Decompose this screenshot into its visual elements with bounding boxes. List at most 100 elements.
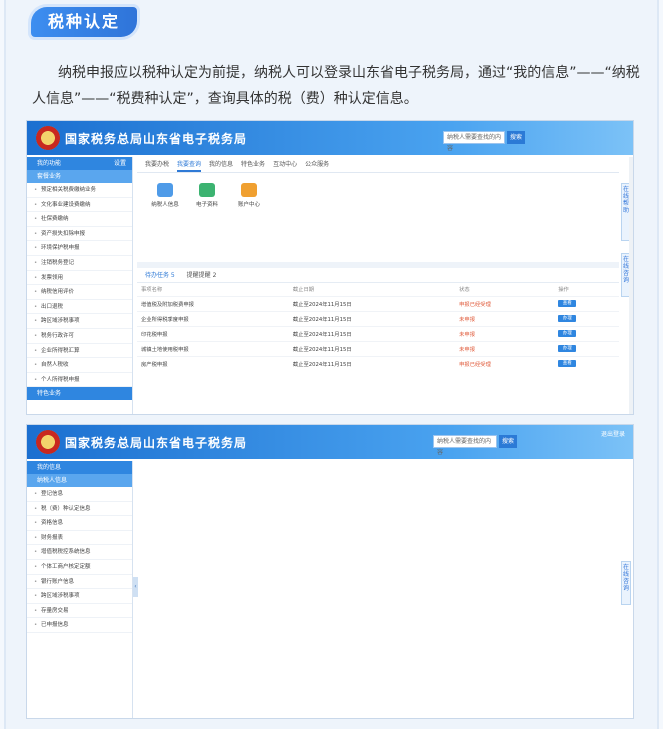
todo-table: 事项名称 截止日期 状态 操作 增值税及附加税费申报 截止至2024年11月15…	[137, 283, 619, 371]
task-status: 未申报	[455, 325, 555, 341]
search-input[interactable]: 纳税人需要查找的内容	[433, 435, 497, 456]
sidebar-item[interactable]: 个体工商户核定定额	[27, 560, 132, 575]
sidebar-item[interactable]: 登记信息	[27, 487, 132, 502]
quick-tiles: 纳税人信息 电子资料 账户中心	[137, 173, 619, 208]
sidebar-item[interactable]: 注销税务登记	[27, 256, 132, 271]
logout-link[interactable]: 退出登录	[601, 429, 625, 438]
sidebar-item[interactable]: 跨区域涉税事项	[27, 589, 132, 604]
tab[interactable]: 公众服务	[305, 157, 329, 172]
sidebar: 我的功能 设置 套餐业务 预定相关税费缴纳业务 文化事业建设费缴纳 社保费缴纳 …	[27, 157, 133, 414]
column-header: 操作	[558, 287, 569, 294]
task-status: 未申报	[455, 310, 555, 326]
tile-taxpayer-info[interactable]: 纳税人信息	[151, 183, 179, 208]
section-tag: 税种认定	[31, 7, 137, 37]
tab[interactable]: 特色业务	[241, 157, 265, 172]
tab-active[interactable]: 我要查询	[177, 157, 202, 172]
sidebar-item[interactable]: 财务报表	[27, 531, 132, 546]
portal-screenshot-home: 国家税务总局山东省电子税务局 纳税人需要查找的内容 搜索 我的功能 设置 套餐业…	[26, 120, 634, 415]
sidebar-group[interactable]: 套餐业务	[27, 170, 132, 183]
task-action-button[interactable]: 办理	[558, 315, 577, 322]
sidebar-group[interactable]: 纳税人信息	[27, 474, 132, 487]
sidebar-footer[interactable]: 特色业务	[27, 387, 132, 401]
portal-title: 国家税务总局山东省电子税务局	[65, 132, 248, 146]
sidebar-item[interactable]: 环境保护税申报	[27, 241, 132, 256]
sidebar-item[interactable]: 跨区域涉税事项	[27, 314, 132, 329]
tab[interactable]: 我要办税	[145, 157, 169, 172]
scrollbar[interactable]	[629, 157, 633, 414]
column-header: 事项名称	[141, 287, 163, 294]
sidebar-item[interactable]: 自然人税收	[27, 358, 132, 373]
tile-label: 电子资料	[195, 202, 218, 208]
tile-label: 账户中心	[237, 202, 260, 208]
sidebar-head-label: 我的功能	[37, 160, 62, 167]
card-tab-reminder[interactable]: 提醒提醒 2	[187, 272, 217, 279]
task-date: 截止至2024年11月15日	[288, 310, 456, 326]
task-name: 房产税申报	[137, 355, 289, 371]
tab[interactable]: 我的信息	[209, 157, 233, 172]
search-button[interactable]: 搜索	[507, 131, 525, 144]
table-row: 印花税申报 截止至2024年11月15日 未申报 办理	[137, 325, 619, 341]
sidebar-collapse-handle[interactable]: ‹	[133, 577, 138, 597]
sidebar-item[interactable]: 企业所得税汇算	[27, 344, 132, 359]
search-button[interactable]: 搜索	[499, 435, 517, 448]
intro-paragraph: 纳税申报应以税种认定为前提，纳税人可以登录山东省电子税务局，通过“我的信息”——…	[32, 65, 640, 107]
sidebar-item[interactable]: 资格信息	[27, 516, 132, 531]
task-status: 申报已经受理	[455, 295, 555, 311]
task-name: 印花税申报	[137, 325, 289, 341]
portal-banner: 国家税务总局山东省电子税务局 纳税人需要查找的内容 搜索	[27, 121, 633, 155]
tile-label: 纳税人信息	[151, 202, 179, 208]
column-header: 状态	[459, 287, 470, 294]
tab[interactable]: 互动中心	[273, 157, 297, 172]
taxpayer-info-icon	[157, 183, 173, 197]
task-status: 未申报	[455, 340, 555, 356]
task-date: 截止至2024年11月15日	[288, 295, 456, 311]
sidebar-item[interactable]: 个人所得税申报	[27, 373, 132, 388]
sidebar-item[interactable]: 增值税税控系统信息	[27, 545, 132, 560]
sidebar-item[interactable]: 预定相关税费缴纳业务	[27, 183, 132, 198]
sidebar-item[interactable]: 纳税信用评价	[27, 285, 132, 300]
sidebar-item[interactable]: 发票领用	[27, 271, 132, 286]
sidebar-item[interactable]: 存量房交易	[27, 604, 132, 619]
task-name: 增值税及附加税费申报	[137, 295, 289, 311]
task-date: 截止至2024年11月15日	[288, 325, 456, 341]
table-row: 城镇土地使用税申报 截止至2024年11月15日 未申报 办理	[137, 340, 619, 356]
card-tabs: 待办任务 5 提醒提醒 2	[137, 268, 619, 283]
portal-banner: 国家税务总局山东省电子税务局 退出登录 纳税人需要查找的内容 搜索	[27, 425, 633, 459]
tile-electronic-data[interactable]: 电子资料	[193, 183, 221, 208]
task-action-button[interactable]: 查看	[558, 360, 577, 368]
sidebar-item[interactable]: 银行账户信息	[27, 575, 132, 590]
card-tab-todo[interactable]: 待办任务 5	[145, 272, 175, 279]
task-status: 申报已经受理	[455, 355, 555, 371]
tax-emblem-icon	[36, 430, 60, 454]
sidebar-item[interactable]: 出口退税	[27, 300, 132, 315]
portal-screenshot-info: 国家税务总局山东省电子税务局 退出登录 纳税人需要查找的内容 搜索 我的信息 纳…	[26, 424, 634, 719]
sidebar-item[interactable]: 文化事业建设费缴纳	[27, 198, 132, 213]
sidebar: 我的信息 纳税人信息 登记信息 税（费）种认定信息 资格信息 财务报表 增值税税…	[27, 461, 133, 718]
account-center-icon	[241, 183, 257, 197]
task-date: 截止至2024年11月15日	[288, 340, 456, 356]
sidebar-item[interactable]: 资产损失扣除申报	[27, 227, 132, 242]
online-consult-tab[interactable]: 在线咨询	[621, 561, 631, 605]
sidebar-head[interactable]: 我的信息	[27, 461, 132, 474]
column-header: 截止日期	[292, 287, 315, 294]
sidebar-item[interactable]: 税务行政许可	[27, 329, 132, 344]
sidebar-item-tax-type-identification[interactable]: 税（费）种认定信息	[27, 502, 132, 517]
sidebar-settings-link[interactable]: 设置	[114, 157, 126, 170]
sidebar-item[interactable]: 已申报信息	[27, 618, 132, 633]
task-action-button[interactable]: 查看	[558, 300, 577, 307]
todo-card: 待办任务 5 提醒提醒 2 事项名称 截止日期 状态 操作 增值税及附加税费申报…	[137, 262, 619, 414]
tile-account-center[interactable]: 账户中心	[235, 183, 263, 208]
task-action-button[interactable]: 办理	[558, 345, 577, 352]
task-action-button[interactable]: 办理	[558, 330, 577, 337]
electronic-data-icon	[199, 183, 215, 197]
table-row: 房产税申报 截止至2024年11月15日 申报已经受理 查看	[137, 355, 619, 371]
tax-emblem-icon	[36, 126, 60, 150]
main-tabs: 我要办税 我要查询 我的信息 特色业务 互动中心 公众服务	[137, 157, 619, 173]
search-input[interactable]: 纳税人需要查找的内容	[443, 131, 505, 152]
sidebar-head[interactable]: 我的功能 设置	[27, 157, 132, 170]
table-row: 增值税及附加税费申报 截止至2024年11月15日 申报已经受理 查看	[137, 295, 619, 311]
table-row: 企业所得税季度申报 截止至2024年11月15日 未申报 办理	[137, 310, 619, 326]
portal-title: 国家税务总局山东省电子税务局	[65, 436, 248, 450]
sidebar-item[interactable]: 社保费缴纳	[27, 212, 132, 227]
task-name: 企业所得税季度申报	[137, 310, 289, 326]
